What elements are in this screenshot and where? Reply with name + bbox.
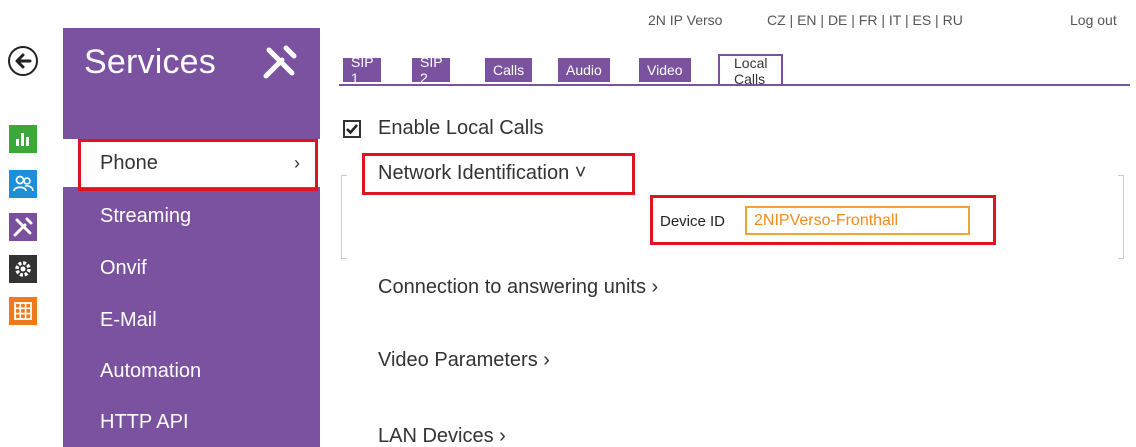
- users-icon[interactable]: [9, 170, 37, 198]
- sidebar-item-label: E-Mail: [100, 308, 157, 331]
- connection-to-answering-units-toggle[interactable]: Connection to answering units ›: [378, 276, 658, 299]
- product-name: 2N IP Verso: [648, 12, 723, 28]
- sidebar-item-email[interactable]: E-Mail: [63, 296, 320, 344]
- sidebar-item-http-api[interactable]: HTTP API: [63, 398, 320, 446]
- highlight-network-identification: [362, 153, 635, 195]
- enable-local-calls-checkbox[interactable]: [343, 120, 361, 138]
- tabs-underline: [339, 84, 1130, 86]
- tab-sip2[interactable]: SIP 2: [412, 54, 451, 86]
- settings-icon[interactable]: [9, 255, 37, 283]
- sidebar-item-label: Streaming: [100, 204, 192, 227]
- language-selector[interactable]: CZ | EN | DE | FR | IT | ES | RU: [767, 12, 963, 28]
- lan-devices-toggle[interactable]: LAN Devices ›: [378, 425, 506, 447]
- tab-sip1[interactable]: SIP 1: [343, 54, 382, 86]
- tab-video[interactable]: Video: [639, 58, 691, 82]
- highlight-phone: [78, 139, 318, 191]
- sidebar-item-onvif[interactable]: Onvif: [63, 244, 320, 292]
- highlight-device-id: [650, 195, 996, 245]
- sidebar-title: Services: [84, 43, 216, 81]
- tools-icon: [260, 42, 300, 82]
- tab-calls[interactable]: Calls: [485, 58, 533, 82]
- sidebar-item-label: Onvif: [100, 256, 147, 279]
- sidebar-item-streaming[interactable]: Streaming: [63, 192, 320, 240]
- tab-audio[interactable]: Audio: [558, 58, 610, 82]
- sidebar: Services Phone › Streaming Onvif E-Mail …: [63, 28, 320, 447]
- logout-link[interactable]: Log out: [1070, 12, 1117, 28]
- sidebar-item-label: Automation: [100, 359, 202, 382]
- tab-local-calls[interactable]: Local Calls: [718, 54, 784, 87]
- section-bracket-left: [341, 175, 347, 259]
- back-arrow-icon[interactable]: [8, 46, 38, 76]
- section-bracket-right: [1118, 175, 1124, 259]
- sidebar-item-automation[interactable]: Automation: [63, 347, 320, 395]
- services-icon[interactable]: [9, 213, 37, 241]
- sidebar-item-label: HTTP API: [100, 410, 189, 433]
- video-parameters-toggle[interactable]: Video Parameters ›: [378, 349, 550, 372]
- enable-local-calls-label: Enable Local Calls: [378, 117, 544, 139]
- stats-icon[interactable]: [9, 125, 37, 153]
- system-icon[interactable]: [9, 297, 37, 325]
